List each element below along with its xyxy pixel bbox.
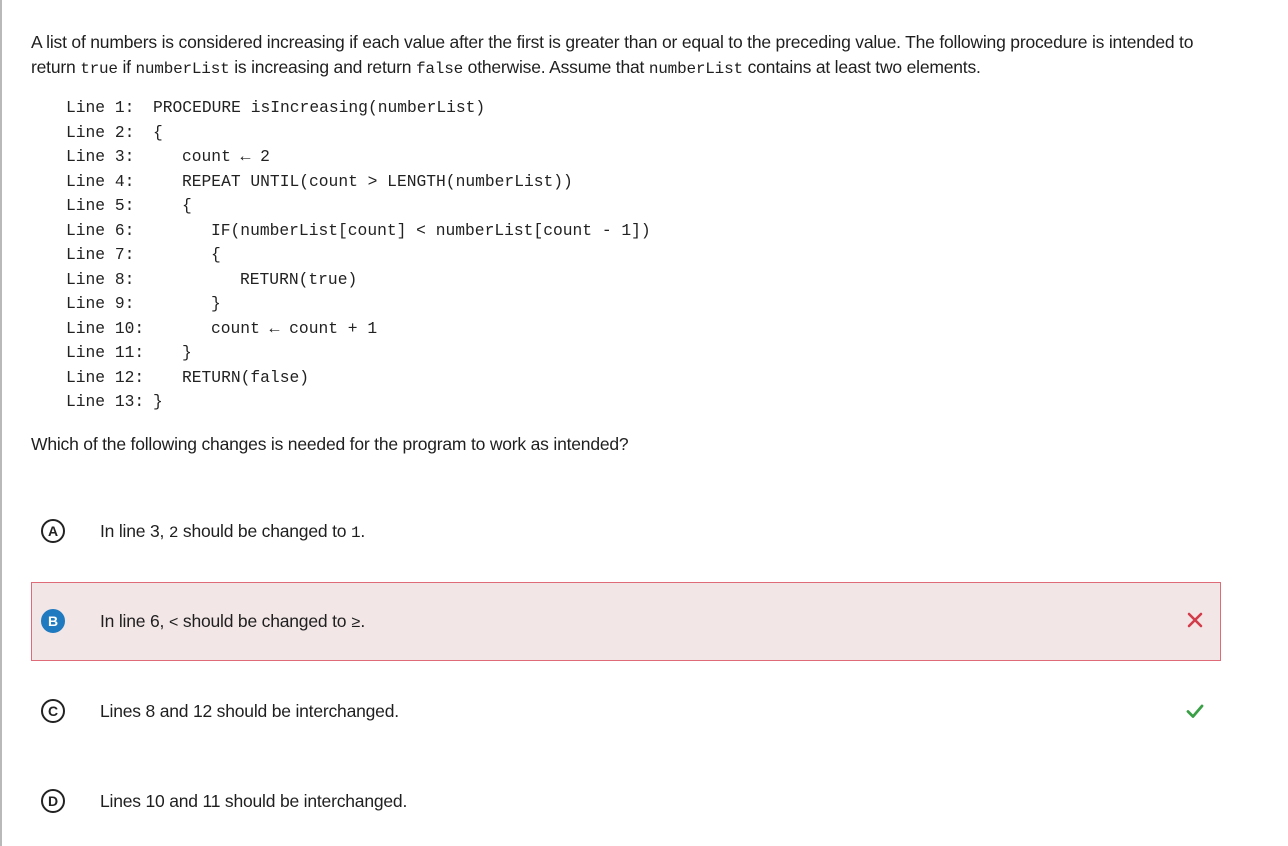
- code-true: true: [80, 60, 118, 78]
- option-letter-badge: B: [41, 609, 65, 633]
- question-prompt: Which of the following changes is needed…: [31, 434, 629, 454]
- option-text: In line 3, 2 should be changed to 1.: [100, 519, 365, 545]
- option-letter-badge: A: [41, 519, 65, 543]
- option-text-part: .: [360, 521, 366, 541]
- option-letter-badge: C: [41, 699, 65, 723]
- option-text-part: should be changed to: [182, 611, 347, 631]
- close-icon: [1187, 612, 1203, 628]
- code-text: {: [182, 196, 192, 215]
- code-text: {: [153, 122, 163, 142]
- code-numberlist: numberList: [648, 60, 743, 78]
- line-number: Line 5:: [66, 196, 135, 215]
- line-number: Line 4:: [66, 171, 135, 191]
- line-number: Line 3:: [66, 147, 135, 166]
- line-number: Line 12:: [66, 367, 145, 387]
- answer-option-d[interactable]: D Lines 10 and 11 should be interchanged…: [31, 761, 1221, 840]
- code-text: {: [211, 245, 221, 264]
- line-number: Line 1:: [66, 98, 135, 117]
- code-text: RETURN(true): [240, 269, 358, 289]
- question-text: contains at least two elements.: [747, 57, 981, 77]
- line-number: Line 13:: [66, 392, 145, 411]
- option-text: In line 6, < should be changed to ≥.: [100, 609, 365, 635]
- left-border: [0, 0, 2, 846]
- question-stem: A list of numbers is considered increasi…: [31, 30, 1231, 82]
- code-text: count ← count + 1: [211, 318, 378, 338]
- answer-option-a[interactable]: A In line 3, 2 should be changed to 1.: [31, 491, 1221, 570]
- line-number: Line 6:: [66, 220, 135, 240]
- option-code: 2: [168, 524, 179, 542]
- line-number: Line 2:: [66, 122, 135, 142]
- code-text: count ← 2: [182, 147, 270, 166]
- line-number: Line 8:: [66, 269, 135, 289]
- option-code: 1: [350, 524, 361, 542]
- option-code: <: [168, 614, 179, 632]
- option-text-part: In line 6,: [100, 611, 165, 631]
- option-text: Lines 10 and 11 should be interchanged.: [100, 791, 408, 811]
- option-code: ≥: [350, 614, 361, 632]
- option-text-part: .: [360, 611, 366, 631]
- answer-option-c[interactable]: C Lines 8 and 12 should be interchanged.: [31, 671, 1221, 750]
- code-text: PROCEDURE isIncreasing(numberList): [153, 98, 486, 117]
- code-text: REPEAT UNTIL(count > LENGTH(numberList)): [182, 171, 573, 191]
- option-text: Lines 8 and 12 should be interchanged.: [100, 701, 399, 721]
- line-number: Line 10:: [66, 318, 145, 338]
- code-false: false: [415, 60, 463, 78]
- question-text: is increasing and return: [234, 57, 412, 77]
- line-number: Line 7:: [66, 245, 135, 264]
- line-number: Line 9:: [66, 294, 135, 313]
- option-text-part: should be changed to: [182, 521, 347, 541]
- option-text-part: In line 3,: [100, 521, 165, 541]
- answer-option-b[interactable]: B In line 6, < should be changed to ≥.: [31, 582, 1221, 661]
- code-text: }: [153, 392, 163, 411]
- code-text: IF(numberList[count] < numberList[count …: [211, 220, 651, 240]
- checkmark-icon: [1186, 704, 1204, 718]
- code-text: }: [182, 343, 192, 362]
- code-text: }: [211, 294, 221, 313]
- question-text: otherwise. Assume that: [467, 57, 645, 77]
- code-numberlist: numberList: [135, 60, 230, 78]
- line-number: Line 11:: [66, 343, 145, 362]
- option-letter-badge: D: [41, 789, 65, 813]
- question-text: if: [122, 57, 131, 77]
- code-text: RETURN(false): [182, 367, 310, 387]
